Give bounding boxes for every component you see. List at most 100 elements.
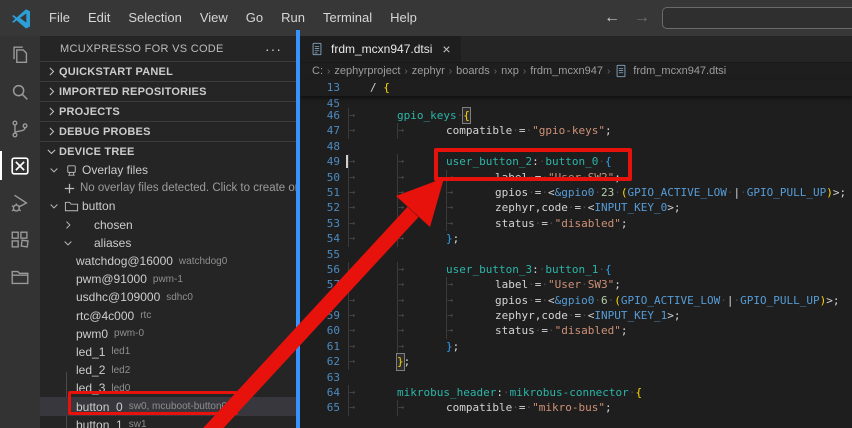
tab-whitespace: → bbox=[446, 293, 495, 308]
menu-item-go[interactable]: Go bbox=[237, 0, 272, 36]
section-debug-probes[interactable]: DEBUG PROBES bbox=[40, 121, 296, 141]
code-token: | bbox=[733, 185, 741, 199]
code-token: >; bbox=[667, 201, 681, 215]
tree-item-button_1[interactable]: button_1 sw1 bbox=[40, 416, 296, 428]
code-token: · bbox=[726, 185, 734, 199]
menu-item-run[interactable]: Run bbox=[272, 0, 314, 36]
line-number: 62 bbox=[326, 355, 340, 369]
breadcrumb-item[interactable]: boards bbox=[456, 65, 490, 77]
code-token: · bbox=[594, 293, 601, 307]
nav-forward-icon[interactable]: → bbox=[634, 9, 650, 27]
chevron-right-icon bbox=[43, 104, 59, 120]
tab-whitespace: → bbox=[348, 293, 397, 308]
tree-item-button[interactable]: button bbox=[40, 197, 296, 215]
line-number: 47 bbox=[326, 124, 340, 138]
text-cursor bbox=[346, 155, 348, 169]
mcuxpresso-icon[interactable] bbox=[0, 147, 40, 184]
code-token: ; bbox=[604, 401, 612, 415]
breadcrumb-item[interactable]: nxp bbox=[501, 65, 519, 77]
tab-whitespace: → bbox=[348, 123, 397, 138]
code-token: · bbox=[567, 201, 575, 215]
folder-icon[interactable] bbox=[0, 258, 40, 295]
more-actions-icon[interactable]: ··· bbox=[265, 41, 282, 57]
code-line-48: 48 bbox=[300, 139, 852, 154]
code-token: · bbox=[581, 201, 588, 215]
tree-item-led_1[interactable]: led_1 led1 bbox=[40, 343, 296, 361]
code-token: · bbox=[538, 262, 546, 276]
code-line-51: 51 → → → gpios · = · < &gpio0 · 23 ·(GPIO_ACTIVE_LOW… bbox=[300, 185, 852, 200]
tree-item-led_2[interactable]: led_2 led2 bbox=[40, 361, 296, 379]
explorer-icon[interactable] bbox=[0, 36, 40, 73]
code-line-52: 52 → → → zephyr,code · = · < INPUT_KEY_0 >; bbox=[300, 200, 852, 215]
command-center-search[interactable] bbox=[662, 7, 852, 29]
breadcrumb-item[interactable]: zephyr bbox=[412, 65, 445, 77]
code-token: button_1 bbox=[545, 262, 599, 276]
code-token: · bbox=[528, 185, 535, 199]
code-token: 6 bbox=[601, 293, 608, 307]
breadcrumb-item[interactable]: zephyrproject bbox=[334, 65, 400, 77]
tab-whitespace: → bbox=[348, 400, 397, 415]
tree-item-rtc@4c000[interactable]: rtc@4c000 rtc bbox=[40, 307, 296, 325]
menu-item-file[interactable]: File bbox=[40, 0, 79, 36]
tree-item-usdhc@109000[interactable]: usdhc@109000 sdhc0 bbox=[40, 288, 296, 306]
code-token: · bbox=[607, 293, 615, 307]
menu-item-help[interactable]: Help bbox=[381, 0, 426, 36]
section-imported-repositories[interactable]: IMPORTED REPOSITORIES bbox=[40, 81, 296, 101]
line-number: 51 bbox=[326, 185, 340, 199]
tab-whitespace: → bbox=[397, 262, 446, 277]
code-line-56: 56 → → user_button_3: · button_1 ·{ bbox=[300, 262, 852, 277]
nav-back-icon[interactable]: ← bbox=[604, 9, 620, 27]
close-icon[interactable]: × bbox=[442, 41, 450, 57]
code-line-65: 65 → → compatible · = · "mikro-bus"; bbox=[300, 400, 852, 415]
tree-item-overlay[interactable]: Overlay files bbox=[40, 161, 296, 179]
overlay-icon bbox=[62, 162, 80, 178]
menu-item-edit[interactable]: Edit bbox=[79, 0, 119, 36]
tab-whitespace: → bbox=[348, 354, 397, 369]
code-token: · bbox=[528, 278, 535, 292]
code-token: · bbox=[528, 293, 535, 307]
search-icon[interactable] bbox=[0, 73, 40, 110]
section-projects[interactable]: PROJECTS bbox=[40, 101, 296, 121]
breadcrumb-separator-icon: › bbox=[606, 65, 611, 77]
menu-item-view[interactable]: View bbox=[191, 0, 237, 36]
extensions-icon[interactable] bbox=[0, 221, 40, 258]
menu-item-selection[interactable]: Selection bbox=[119, 0, 190, 36]
tree-item-button_0[interactable]: button_0 sw0, mcuboot-button0 bbox=[40, 397, 296, 416]
tree-item-pwm@91000[interactable]: pwm@91000 pwm-1 bbox=[40, 270, 296, 288]
editor-pane[interactable]: frdm_mcxn947.dtsi × C: › zephyrproject › zep… bbox=[300, 36, 852, 428]
source-control-icon[interactable] bbox=[0, 110, 40, 147]
menu-item-terminal[interactable]: Terminal bbox=[314, 0, 381, 36]
code-token: status bbox=[495, 324, 535, 338]
sidebar-editor-sash[interactable] bbox=[296, 30, 300, 428]
tree-item-label: button_0 bbox=[76, 399, 123, 414]
plus-icon[interactable] bbox=[60, 180, 78, 196]
code-token: · bbox=[534, 324, 542, 338]
run-debug-icon[interactable] bbox=[0, 184, 40, 221]
section-label: DEVICE TREE bbox=[59, 145, 135, 158]
tree-item-chosen[interactable]: chosen bbox=[40, 216, 296, 234]
tree-item-aliases[interactable]: aliases bbox=[40, 234, 296, 252]
code-token: >; bbox=[832, 185, 847, 199]
tree-item-pwm0[interactable]: pwm0 pwm-0 bbox=[40, 325, 296, 343]
tab-whitespace: → bbox=[348, 323, 397, 338]
code-line-50: 50 → → → label · = · "User · SW2"; bbox=[300, 170, 852, 185]
code-token: status bbox=[495, 216, 535, 230]
tree-item-no[interactable]: No overlay files detected. Click to crea… bbox=[40, 179, 296, 197]
breadcrumb: C: › zephyrproject › zephyr › boards › nxp › frdm_… bbox=[300, 63, 852, 79]
code-line-61: 61 → →}; bbox=[300, 339, 852, 354]
breadcrumb-item[interactable]: frdm_mcxn947.dtsi bbox=[614, 64, 726, 79]
code-token: } bbox=[446, 339, 453, 353]
code-token: &gpio0 bbox=[554, 293, 595, 307]
code-token: = bbox=[534, 293, 542, 307]
section-quickstart-panel[interactable]: QUICKSTART PANEL bbox=[40, 61, 296, 81]
section-device-tree[interactable]: DEVICE TREE bbox=[40, 141, 296, 161]
breadcrumb-item[interactable]: C: bbox=[312, 65, 323, 77]
tab-frdm-mcxn947-dtsi[interactable]: frdm_mcxn947.dtsi × bbox=[300, 36, 461, 62]
tree-item-watchdog@16000[interactable]: watchdog@16000 watchdog0 bbox=[40, 252, 296, 270]
tree-item-label: aliases bbox=[94, 235, 132, 250]
breadcrumb-separator-icon: › bbox=[404, 65, 408, 77]
code-token: · bbox=[548, 324, 555, 338]
breadcrumb-item[interactable]: frdm_mcxn947 bbox=[530, 65, 603, 77]
code-area[interactable]: 13/ {45 46 → gpio_keys ·{47 → → compatible · = · "g… bbox=[300, 79, 852, 416]
tree-item-led_3[interactable]: led_3 led0 bbox=[40, 379, 296, 397]
